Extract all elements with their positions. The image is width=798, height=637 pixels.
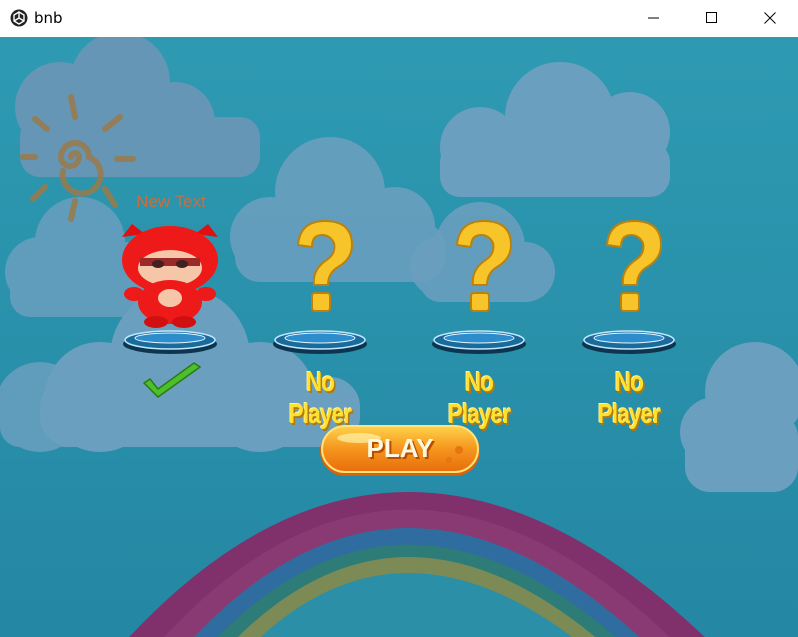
- game-scene: New Text No Player No Player No Player P…: [0, 37, 798, 637]
- window-title: bnb: [34, 9, 63, 27]
- minimize-button[interactable]: [625, 0, 683, 36]
- maximize-button[interactable]: [683, 0, 741, 36]
- background: [0, 37, 798, 637]
- platform: [123, 330, 217, 354]
- platform: [582, 330, 676, 354]
- minimize-icon: [648, 17, 659, 19]
- close-button[interactable]: [741, 0, 798, 36]
- title-bar: bnb: [0, 0, 798, 38]
- platform: [432, 330, 526, 354]
- game-window: bnb New Text No Player No Player No Play…: [0, 0, 798, 637]
- unity-icon: [10, 9, 28, 27]
- platform: [273, 330, 367, 354]
- slot-3-label: No Player: [447, 366, 511, 429]
- maximize-icon: [706, 12, 717, 23]
- player-name-label: New Text: [136, 192, 206, 211]
- close-icon: [764, 12, 776, 24]
- play-button[interactable]: PLAY: [319, 424, 481, 478]
- slot-4-label: No Player: [597, 366, 661, 429]
- slot-2-label: No Player: [288, 366, 352, 429]
- play-button-label: PLAY: [366, 433, 434, 463]
